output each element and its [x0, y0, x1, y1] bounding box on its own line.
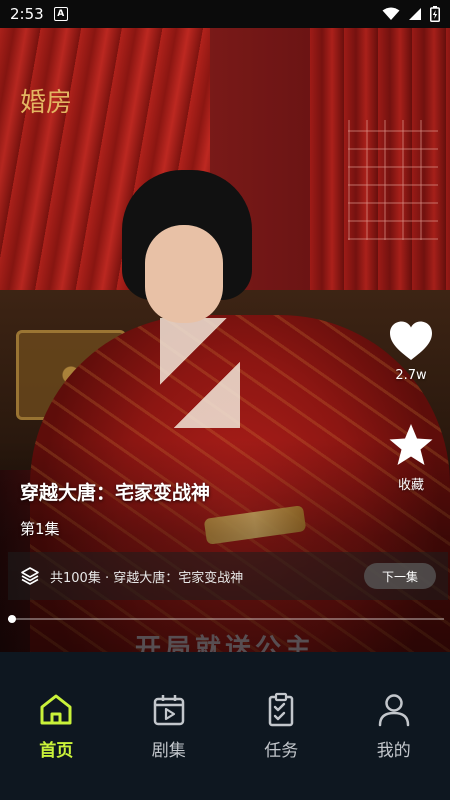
heart-icon [390, 321, 432, 360]
tab-series-label: 剧集 [151, 741, 186, 761]
home-icon [40, 694, 72, 725]
tab-home[interactable]: 首页 [16, 692, 96, 800]
task-checklist-icon [269, 692, 294, 727]
series-info: 共100集 · 穿越大唐：宅家变战神 [50, 570, 244, 586]
signal-icon [409, 8, 421, 20]
tab-tasks[interactable]: 任务 [241, 692, 321, 800]
favorite-button[interactable]: 收藏 [386, 422, 436, 493]
user-icon [378, 694, 409, 727]
wifi-icon [382, 7, 400, 20]
hanging-sign: 婚房 [20, 88, 73, 118]
play-calendar-icon [153, 695, 184, 726]
battery-icon [430, 6, 440, 22]
character-face [145, 225, 223, 323]
tab-tasks-label: 任务 [264, 741, 299, 761]
layers-icon [21, 567, 39, 585]
status-icons [382, 6, 440, 22]
series-strip[interactable]: 共100集 · 穿越大唐：宅家变战神 下一集 [8, 552, 448, 600]
window-lattice [348, 120, 438, 240]
favorite-label: 收藏 [397, 478, 424, 493]
robe-collar [160, 318, 240, 428]
status-time: 2:53 [10, 5, 44, 23]
tab-series[interactable]: 剧集 [129, 692, 209, 800]
bottom-fade [0, 440, 450, 652]
tab-mine[interactable]: 我的 [354, 692, 434, 800]
like-count: 2.7w [395, 368, 427, 383]
a-badge-icon: A [53, 7, 68, 21]
status-bar: 2:53 A [0, 0, 450, 28]
tab-mine-label: 我的 [376, 741, 411, 761]
star-icon [389, 424, 433, 465]
drama-title: 穿越大唐：宅家变战神 [20, 482, 211, 504]
tab-home-label: 首页 [39, 741, 74, 761]
progress-track[interactable] [8, 615, 444, 623]
episode-label: 第1集 [20, 520, 60, 538]
bottom-tab-bar: 首页 剧集 任务 我的 [0, 652, 450, 800]
next-episode-button[interactable]: 下一集 [364, 563, 436, 589]
like-button[interactable]: 2.7w [386, 320, 436, 383]
video-subtitle: 开局就送公主 [134, 634, 315, 652]
